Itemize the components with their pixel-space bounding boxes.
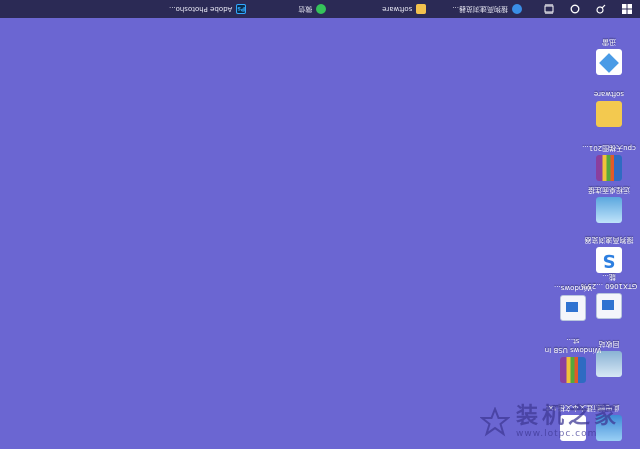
taskbar-app-wechat[interactable]: 微信	[290, 0, 334, 18]
taskbar-app-label: software	[382, 5, 413, 13]
winrar-archive-icon	[596, 155, 622, 181]
taskbar-app-photoshop[interactable]: Ps Adobe Photosho...	[161, 0, 254, 18]
desktop-icon-label: software	[593, 90, 625, 98]
desktop-icon-software[interactable]: software	[580, 89, 638, 127]
taskbar-app-sogou-browser[interactable]: 搜狗高速浏览器...	[444, 0, 530, 18]
desktop-icon-windows-usb[interactable]: Windows USB Inst...	[544, 336, 602, 383]
winrar-archive-icon	[560, 357, 586, 383]
watermark: 装机之家 www.lotpc.com	[480, 401, 630, 443]
start-button[interactable]	[614, 0, 640, 18]
desktop-icon-remote-desktop[interactable]: 远程桌面连接	[580, 185, 638, 223]
desktop-icon-label: 迅雷	[602, 38, 616, 46]
search-button[interactable]	[588, 0, 614, 18]
taskbar-app-software-folder[interactable]: software	[374, 0, 434, 18]
desktop-icon-windows-doc[interactable]: Windows...	[544, 283, 602, 321]
task-view-button[interactable]	[536, 0, 562, 18]
windows-logo-icon	[622, 4, 632, 14]
watermark-url: www.lotpc.com	[516, 429, 598, 439]
sogou-browser-icon	[596, 247, 622, 273]
desktop-icon-label: 搜狗高速浏览器	[584, 236, 634, 244]
taskbar-app-label: 微信	[298, 5, 313, 13]
remote-desktop-icon	[596, 197, 622, 223]
cortana-icon	[570, 4, 580, 14]
wechat-icon	[316, 4, 327, 14]
taskbar-app-label: 搜狗高速浏览器...	[452, 5, 508, 13]
desktop-icon-label: Windows USB Inst...	[544, 337, 602, 354]
sogou-browser-icon	[512, 4, 522, 14]
desktop-icon-label: Windows...	[554, 284, 592, 292]
watermark-title: 装机之家	[516, 404, 621, 429]
cortana-button[interactable]	[562, 0, 588, 18]
desktop-icon-sogou-browser[interactable]: 搜狗高速浏览器	[580, 235, 638, 273]
photoshop-icon: Ps	[236, 4, 247, 14]
folder-icon	[416, 4, 427, 14]
thunder-icon	[596, 49, 622, 75]
desktop-icon-thunder[interactable]: 迅雷	[580, 37, 638, 75]
desktop-icon-label: cpu天梯图201...	[582, 144, 636, 152]
desktop-icon-cpu-ladder[interactable]: cpu天梯图201...	[580, 143, 638, 181]
document-icon	[560, 295, 586, 321]
taskbar: 搜狗高速浏览器... software 微信 Ps Adobe Photosho…	[0, 0, 640, 18]
folder-icon	[596, 101, 622, 127]
taskbar-app-label: Adobe Photosho...	[168, 5, 233, 13]
search-icon	[596, 4, 606, 14]
desktop-icon-label: 远程桌面连接	[588, 186, 630, 194]
star-logo-icon	[480, 407, 510, 437]
watermark-text: 装机之家 www.lotpc.com	[516, 404, 621, 439]
rotated-desktop: 此电脑 回收站 GTX1060 ...25% 能... 搜狗高速浏览器 远程桌面…	[0, 0, 640, 449]
task-view-icon	[544, 4, 554, 14]
